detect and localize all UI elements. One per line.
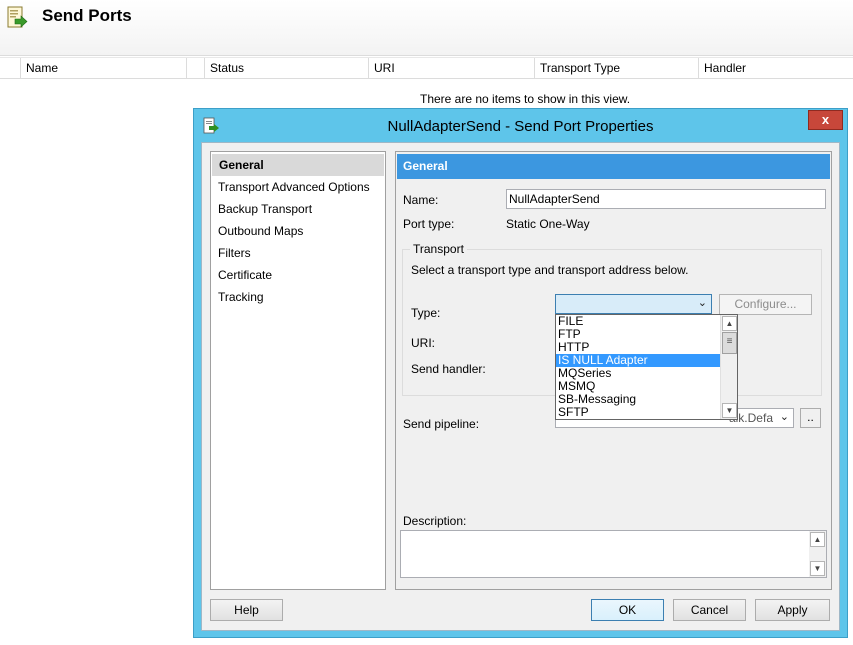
configure-button[interactable]: Configure... xyxy=(719,294,812,315)
column-spacer xyxy=(186,58,204,79)
name-label: Name: xyxy=(403,193,439,207)
list-column-header: Name Status URI Transport Type Handler xyxy=(0,57,853,79)
port-type-label: Port type: xyxy=(403,217,455,231)
uri-label: URI: xyxy=(411,336,435,350)
dropdown-scrollbar[interactable]: ▲ ≡ ▼ xyxy=(720,315,737,419)
empty-list-message: There are no items to show in this view. xyxy=(420,92,631,106)
page-title: Send Ports xyxy=(42,6,132,25)
scroll-down-icon[interactable]: ▼ xyxy=(810,561,825,576)
send-port-properties-dialog: NullAdapterSend - Send Port Properties x… xyxy=(193,108,848,638)
scroll-up-icon[interactable]: ▲ xyxy=(722,316,737,331)
name-field[interactable] xyxy=(506,189,826,209)
general-panel: General Name: Port type: Static One-Way … xyxy=(395,151,832,590)
send-handler-label: Send handler: xyxy=(411,362,486,376)
scroll-thumb[interactable]: ≡ xyxy=(722,332,737,354)
close-button[interactable]: x xyxy=(808,110,843,130)
nav-item-transport-advanced-options[interactable]: Transport Advanced Options xyxy=(211,176,385,198)
transport-type-select[interactable]: ⌄ xyxy=(555,294,712,314)
close-icon: x xyxy=(821,112,830,127)
type-label: Type: xyxy=(411,306,441,320)
help-button[interactable]: Help xyxy=(210,599,283,621)
cancel-button[interactable]: Cancel xyxy=(673,599,746,621)
send-port-icon xyxy=(7,6,28,28)
nav-item-filters[interactable]: Filters xyxy=(211,242,385,264)
description-scrollbar[interactable]: ▲ ▼ xyxy=(809,531,826,577)
column-select[interactable] xyxy=(0,58,20,79)
column-status[interactable]: Status xyxy=(204,58,368,79)
section-header: General xyxy=(397,154,830,179)
chevron-down-icon[interactable]: ⌄ xyxy=(698,296,707,309)
nav-item-tracking[interactable]: Tracking xyxy=(211,286,385,308)
scroll-down-icon[interactable]: ▼ xyxy=(722,403,737,418)
dialog-client-area: General Transport Advanced Options Backu… xyxy=(201,142,840,631)
dialog-title: NullAdapterSend - Send Port Properties xyxy=(387,118,654,135)
scroll-up-icon[interactable]: ▲ xyxy=(810,532,825,547)
nav-item-backup-transport[interactable]: Backup Transport xyxy=(211,198,385,220)
column-handler[interactable]: Handler xyxy=(698,58,853,79)
description-label: Description: xyxy=(403,514,467,528)
column-transport-type[interactable]: Transport Type xyxy=(534,58,698,79)
nav-item-outbound-maps[interactable]: Outbound Maps xyxy=(211,220,385,242)
description-field[interactable]: ▲ ▼ xyxy=(400,530,827,578)
browse-pipeline-button[interactable]: .. xyxy=(800,408,821,428)
dialog-title-bar[interactable]: NullAdapterSend - Send Port Properties x xyxy=(194,109,847,143)
column-name[interactable]: Name xyxy=(20,58,186,79)
port-type-value: Static One-Way xyxy=(506,217,590,231)
nav-item-general[interactable]: General xyxy=(212,154,384,176)
column-uri[interactable]: URI xyxy=(368,58,534,79)
page-header: Send Ports xyxy=(0,0,853,56)
transport-type-dropdown: FILE FTP HTTP IS NULL Adapter MQSeries M… xyxy=(555,314,738,420)
nav-item-certificate[interactable]: Certificate xyxy=(211,264,385,286)
chevron-down-icon[interactable]: ⌄ xyxy=(780,410,789,423)
send-pipeline-label: Send pipeline: xyxy=(403,417,480,431)
transport-instruction: Select a transport type and transport ad… xyxy=(411,263,689,277)
ok-button[interactable]: OK xyxy=(591,599,664,621)
transport-option-file[interactable]: FILE xyxy=(556,315,721,328)
apply-button[interactable]: Apply xyxy=(755,599,830,621)
transport-option-sftp[interactable]: SFTP xyxy=(556,406,721,419)
transport-group-title: Transport xyxy=(410,242,467,256)
properties-nav: General Transport Advanced Options Backu… xyxy=(210,151,386,590)
